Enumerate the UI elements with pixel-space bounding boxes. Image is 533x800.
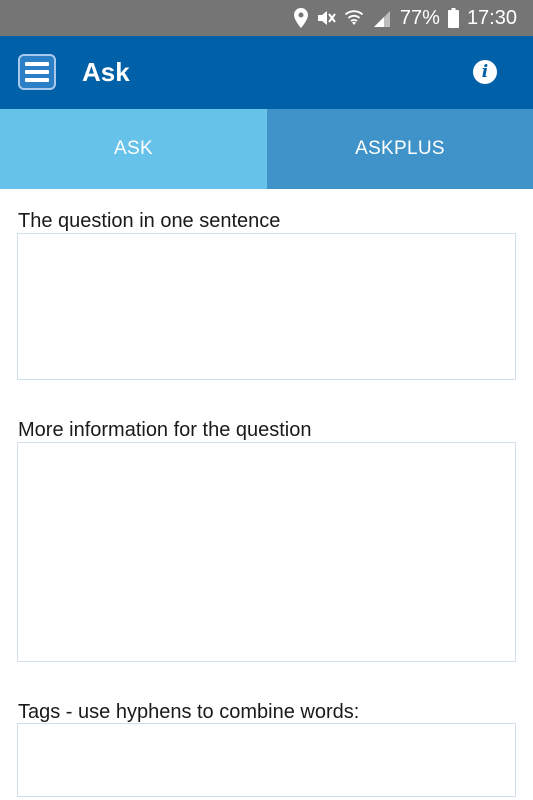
hamburger-menu-icon[interactable] bbox=[18, 54, 56, 90]
battery-icon bbox=[447, 8, 459, 28]
battery-percent: 77% bbox=[399, 6, 440, 29]
tags-label: Tags - use hyphens to combine words: bbox=[18, 701, 360, 723]
clock: 17:30 bbox=[466, 6, 517, 29]
more-info-input[interactable] bbox=[17, 442, 516, 662]
wifi-icon bbox=[344, 9, 364, 27]
more-info-label: More information for the question bbox=[18, 419, 312, 441]
signal-icon bbox=[372, 9, 392, 27]
page-title: Ask bbox=[82, 57, 130, 87]
tab-bar: ASK ASKPLUS bbox=[0, 109, 533, 189]
question-label: The question in one sentence bbox=[18, 210, 281, 232]
status-bar: 77% 17:30 bbox=[0, 0, 533, 36]
question-input[interactable] bbox=[17, 233, 516, 380]
mute-icon bbox=[316, 8, 336, 28]
location-icon bbox=[293, 8, 308, 28]
info-icon[interactable]: i bbox=[473, 60, 497, 84]
tags-input[interactable] bbox=[17, 723, 516, 797]
tab-ask[interactable]: ASK bbox=[0, 109, 267, 189]
app-bar: Ask i bbox=[0, 36, 533, 109]
tab-askplus[interactable]: ASKPLUS bbox=[267, 109, 533, 189]
